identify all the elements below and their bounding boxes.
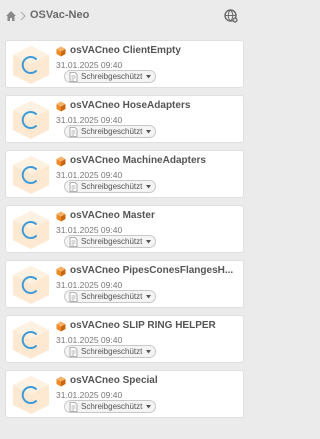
status-label: Schreibgeschützt: [81, 402, 143, 411]
library-title[interactable]: osVACneo ClientEmpty: [70, 45, 242, 56]
status-dropdown[interactable]: Schreibgeschützt: [64, 235, 156, 248]
status-dropdown[interactable]: Schreibgeschützt: [64, 70, 156, 83]
document-icon: [69, 236, 78, 247]
status-label: Schreibgeschützt: [81, 292, 143, 301]
library-thumbnail-icon: [13, 156, 49, 194]
document-icon: [69, 181, 78, 192]
status-dropdown[interactable]: Schreibgeschützt: [64, 400, 156, 413]
caret-down-icon: [146, 240, 151, 244]
library-date: 31.01.2025 09:40: [56, 335, 123, 345]
top-bar: OSVac-Neo: [0, 0, 250, 34]
caret-down-icon: [146, 130, 151, 134]
cube-icon: [56, 101, 66, 112]
library-date: 31.01.2025 09:40: [56, 60, 123, 70]
status-dropdown[interactable]: Schreibgeschützt: [64, 180, 156, 193]
status-label: Schreibgeschützt: [81, 347, 143, 356]
document-icon: [69, 291, 78, 302]
library-date: 31.01.2025 09:40: [56, 390, 123, 400]
status-dropdown[interactable]: Schreibgeschützt: [64, 290, 156, 303]
cube-icon: [56, 46, 66, 57]
library-thumbnail-icon: [13, 101, 49, 139]
caret-down-icon: [146, 405, 151, 409]
library-title[interactable]: osVACneo MachineAdapters: [70, 155, 242, 166]
document-icon: [69, 401, 78, 412]
library-title[interactable]: osVACneo HoseAdapters: [70, 100, 242, 111]
cube-icon: [56, 211, 66, 222]
status-label: Schreibgeschützt: [81, 72, 143, 81]
library-date: 31.01.2025 09:40: [56, 225, 123, 235]
library-card[interactable]: osVACneo ClientEmpty 31.01.2025 09:40 Sc…: [5, 40, 244, 88]
library-title[interactable]: osVACneo Special: [70, 375, 242, 386]
chevron-right-icon: [20, 11, 26, 21]
caret-down-icon: [146, 185, 151, 189]
status-dropdown[interactable]: Schreibgeschützt: [64, 345, 156, 358]
caret-down-icon: [146, 75, 151, 79]
library-title[interactable]: osVACneo Master: [70, 210, 242, 221]
library-thumbnail-icon: [13, 321, 49, 359]
library-card[interactable]: osVACneo Special 31.01.2025 09:40 Schrei…: [5, 370, 244, 418]
document-icon: [69, 126, 78, 137]
library-title[interactable]: osVACneo SLIP RING HELPER: [70, 320, 242, 331]
status-label: Schreibgeschützt: [81, 237, 143, 246]
library-card[interactable]: osVACneo Master 31.01.2025 09:40 Schreib…: [5, 205, 244, 253]
breadcrumb-title[interactable]: OSVac-Neo: [30, 9, 89, 21]
document-icon: [69, 71, 78, 82]
status-dropdown[interactable]: Schreibgeschützt: [64, 125, 156, 138]
library-date: 31.01.2025 09:40: [56, 280, 123, 290]
library-thumbnail-icon: [13, 211, 49, 249]
library-thumbnail-icon: [13, 46, 49, 84]
library-thumbnail-icon: [13, 266, 49, 304]
cube-icon: [56, 321, 66, 332]
library-date: 31.01.2025 09:40: [56, 115, 123, 125]
caret-down-icon: [146, 350, 151, 354]
cube-icon: [56, 156, 66, 167]
document-icon: [69, 346, 78, 357]
home-icon[interactable]: [5, 10, 17, 22]
cube-icon: [56, 266, 66, 277]
library-card[interactable]: osVACneo SLIP RING HELPER 31.01.2025 09:…: [5, 315, 244, 363]
library-card[interactable]: osVACneo MachineAdapters 31.01.2025 09:4…: [5, 150, 244, 198]
library-date: 31.01.2025 09:40: [56, 170, 123, 180]
cube-icon: [56, 376, 66, 387]
globe-icon[interactable]: [224, 9, 238, 23]
library-card[interactable]: osVACneo PipesConesFlangesH... 31.01.202…: [5, 260, 244, 308]
status-label: Schreibgeschützt: [81, 127, 143, 136]
status-label: Schreibgeschützt: [81, 182, 143, 191]
library-card[interactable]: osVACneo HoseAdapters 31.01.2025 09:40 S…: [5, 95, 244, 143]
library-title[interactable]: osVACneo PipesConesFlangesH...: [70, 265, 242, 276]
library-thumbnail-icon: [13, 376, 49, 414]
caret-down-icon: [146, 295, 151, 299]
